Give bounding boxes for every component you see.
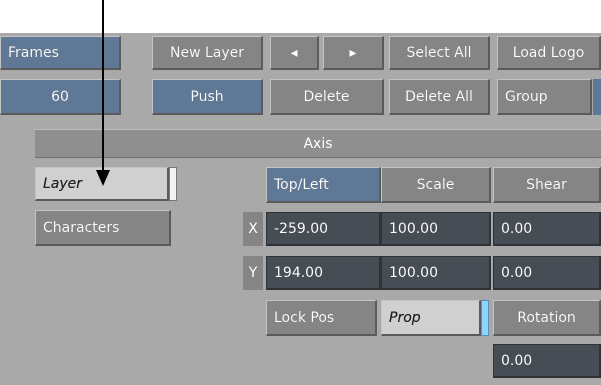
annotation-arrow-icon	[96, 0, 110, 186]
